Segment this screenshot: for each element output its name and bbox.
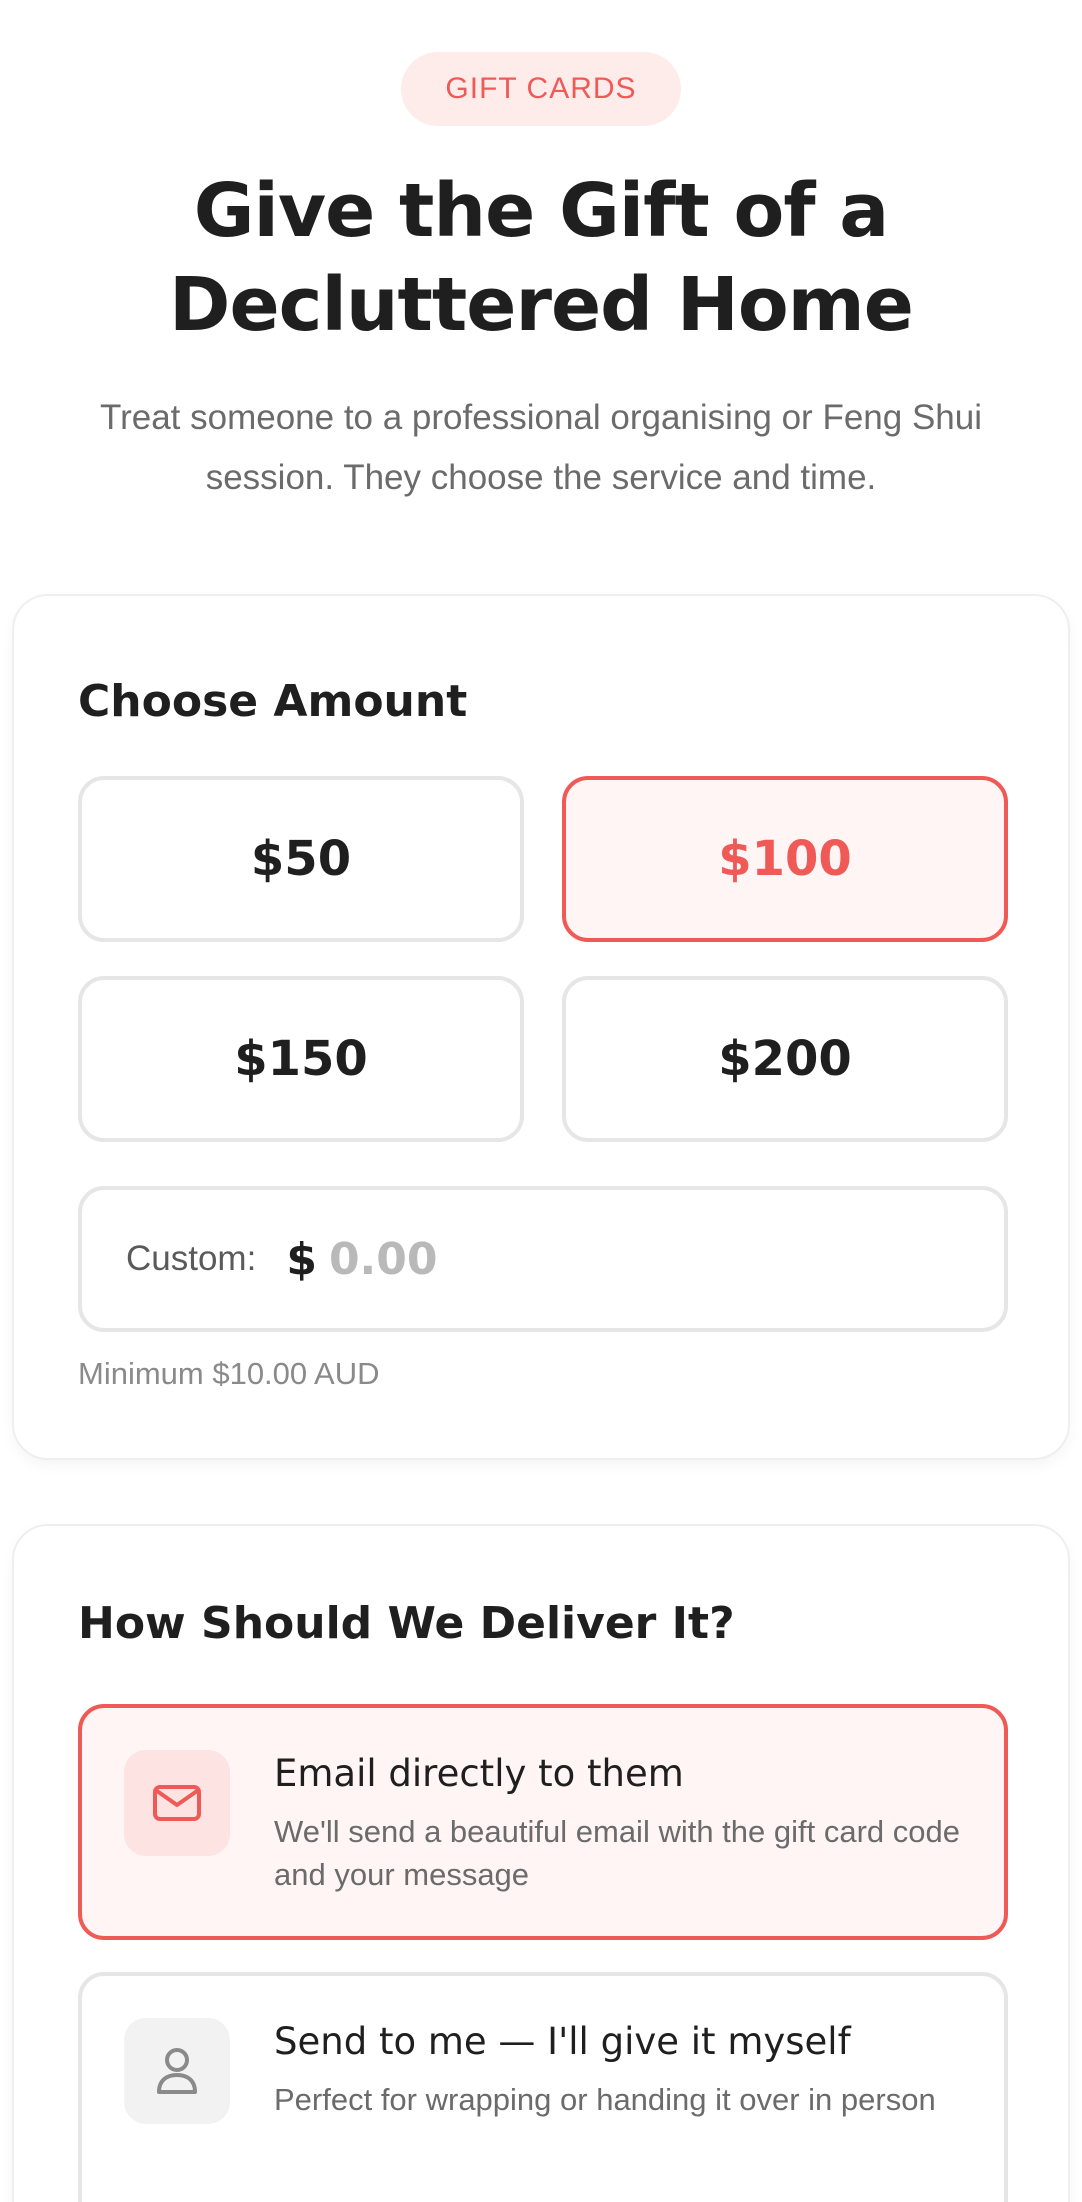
page-title: Give the Gift of a Decluttered Home [169, 168, 914, 348]
gift-cards-page: GIFT CARDS Give the Gift of a Decluttere… [0, 0, 1082, 2202]
delivery-option-title: Send to me — I'll give it myself [274, 2020, 851, 2063]
delivery-card: How Should We Deliver It? Email directly… [12, 1524, 1070, 2202]
custom-amount-label: Custom: [126, 1239, 257, 1278]
section-badge: GIFT CARDS [401, 52, 681, 126]
person-icon [124, 2018, 230, 2124]
custom-amount-input[interactable] [328, 1233, 929, 1285]
amount-option-150[interactable]: $150 [78, 976, 524, 1142]
badge-container: GIFT CARDS [0, 52, 1082, 126]
delivery-option-title: Email directly to them [274, 1752, 684, 1795]
amount-card: Choose Amount $50 $100 $150 $200 Custom:… [12, 594, 1070, 1460]
minimum-amount-hint: Minimum $10.00 AUD [78, 1356, 380, 1391]
delivery-option-description: We'll send a beautiful email with the gi… [274, 1814, 960, 1892]
delivery-option-email[interactable]: Email directly to them We'll send a beau… [78, 1704, 1008, 1940]
custom-amount-field[interactable]: Custom: $ [78, 1186, 1008, 1332]
delivery-option-self[interactable]: Send to me — I'll give it myself Perfect… [78, 1972, 1008, 2202]
amount-option-200[interactable]: $200 [562, 976, 1008, 1142]
delivery-heading: How Should We Deliver It? [78, 1598, 735, 1649]
amount-heading: Choose Amount [78, 676, 468, 727]
currency-symbol: $ [286, 1233, 317, 1285]
delivery-option-description: Perfect for wrapping or handing it over … [274, 2082, 936, 2117]
amount-option-100[interactable]: $100 [562, 776, 1008, 942]
amount-option-50[interactable]: $50 [78, 776, 524, 942]
page-subtitle: Treat someone to a professional organisi… [100, 398, 982, 497]
envelope-icon [124, 1750, 230, 1856]
